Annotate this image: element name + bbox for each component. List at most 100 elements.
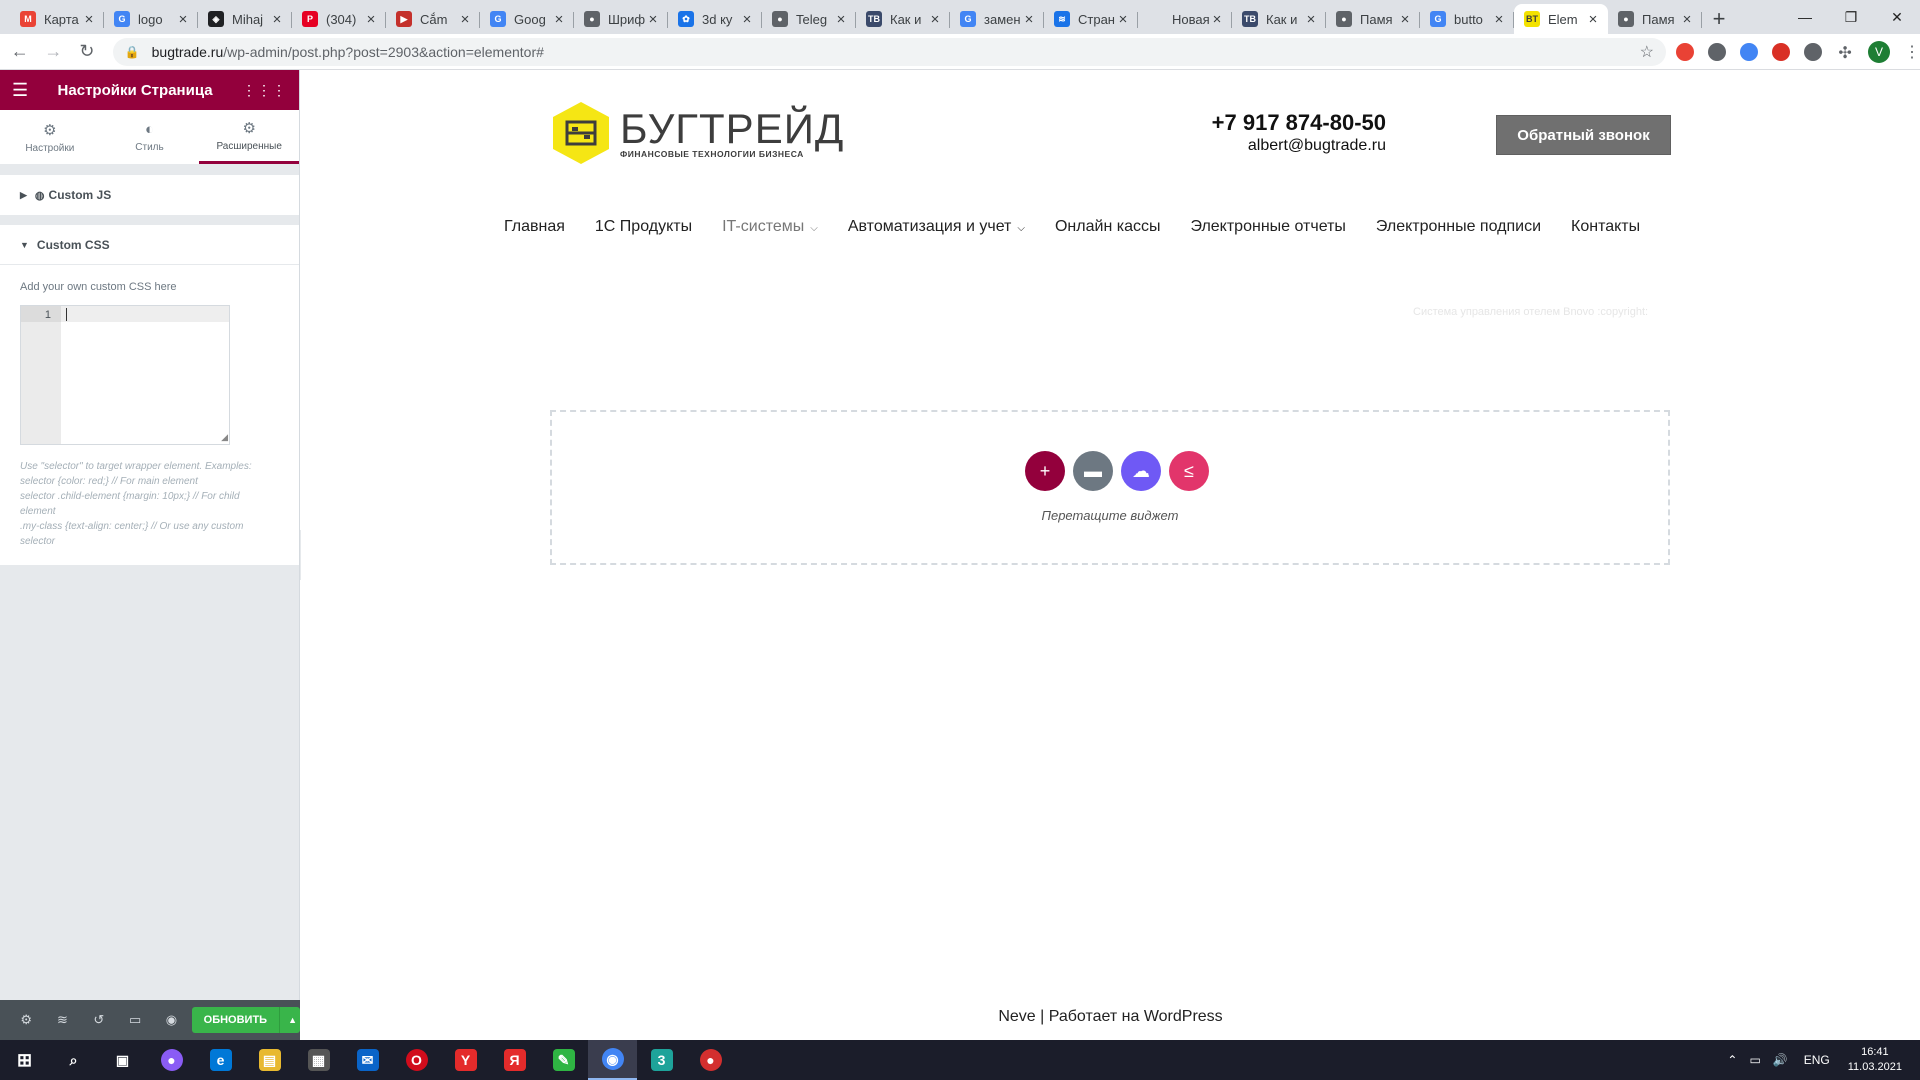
new-tab-button[interactable]: +: [1702, 4, 1736, 34]
profile-avatar[interactable]: V: [1868, 40, 1891, 63]
start-button[interactable]: ⊞: [0, 1040, 49, 1080]
tab-close-icon[interactable]: ×: [1116, 11, 1130, 28]
browser-tab[interactable]: Gзамен ×: [950, 4, 1044, 34]
close-window-button[interactable]: ✕: [1874, 0, 1920, 34]
section-custom-css[interactable]: ▼ Custom CSS: [0, 225, 299, 265]
browser-tab[interactable]: BT Elem ×: [1514, 4, 1608, 34]
tab-close-icon[interactable]: ×: [1398, 11, 1412, 28]
menu-item[interactable]: Главная: [504, 218, 565, 236]
preview-eye-icon[interactable]: ◉: [153, 1012, 189, 1028]
extension-icon[interactable]: [1740, 42, 1759, 61]
browser-tab[interactable]: Новая вкл×: [1138, 4, 1232, 34]
menu-item[interactable]: 1С Продукты: [595, 218, 692, 236]
tab-close-icon[interactable]: ×: [928, 11, 942, 28]
tab-close-icon[interactable]: ×: [176, 11, 190, 28]
navigator-icon[interactable]: ≋: [44, 1012, 80, 1028]
browser-tab[interactable]: TB Как и ×: [1232, 4, 1326, 34]
tab-close-icon[interactable]: ×: [1210, 11, 1224, 28]
browser-tab[interactable]: Glogo ×: [104, 4, 198, 34]
browser-tab[interactable]: M Карта ×: [10, 4, 104, 34]
taskbar-app-chrome[interactable]: ◉: [588, 1040, 637, 1080]
tab-close-icon[interactable]: ×: [740, 11, 754, 28]
widgets-grid-icon[interactable]: ⋮⋮⋮: [242, 82, 287, 99]
tab-close-icon[interactable]: ×: [270, 11, 284, 28]
taskbar-app-yandex[interactable]: Я: [490, 1040, 539, 1080]
taskbar-app-app-green[interactable]: ✎: [539, 1040, 588, 1080]
site-logo[interactable]: БУГТРЕЙД ФИНАНСОВЫЕ ТЕХНОЛОГИИ БИЗНЕСА: [550, 100, 844, 166]
tab-close-icon[interactable]: ×: [834, 11, 848, 28]
tab-close-icon[interactable]: ×: [552, 11, 566, 28]
taskbar-app-mail[interactable]: ✉: [343, 1040, 392, 1080]
phone-number[interactable]: +7 917 874-80-50: [1189, 110, 1386, 136]
taskbar-app-app-3[interactable]: 3: [637, 1040, 686, 1080]
language-indicator[interactable]: ENG: [1804, 1053, 1830, 1067]
back-button[interactable]: ←: [6, 41, 34, 62]
volume-icon[interactable]: 🔊: [1773, 1053, 1788, 1067]
puzzle-extensions-icon[interactable]: ✣: [1836, 43, 1854, 62]
add-template-button[interactable]: ▬: [1073, 451, 1113, 491]
extension-icon[interactable]: [1676, 42, 1695, 61]
menu-item[interactable]: Электронные подписи: [1376, 218, 1541, 236]
taskbar-app-search[interactable]: ⌕: [49, 1040, 98, 1080]
extension-icon[interactable]: [1708, 42, 1727, 61]
browser-tab[interactable]: ◈ Mihaj ×: [198, 4, 292, 34]
taskbar-app-yandex-browser[interactable]: Y: [441, 1040, 490, 1080]
menu-item[interactable]: Автоматизация и учет ⌵: [848, 218, 1025, 236]
browser-tab[interactable]: G Goog ×: [480, 4, 574, 34]
tab-close-icon[interactable]: ×: [1022, 11, 1036, 28]
address-bar[interactable]: 🔒 bugtrade.ru/wp-admin/post.php?post=290…: [112, 37, 1667, 66]
browser-tab[interactable]: ● Шриф ×: [574, 4, 668, 34]
menu-item[interactable]: IT-системы ⌵: [722, 218, 818, 236]
browser-tab[interactable]: P (304) ×: [292, 4, 386, 34]
tab-close-icon[interactable]: ×: [1492, 11, 1506, 28]
callback-button[interactable]: Обратный звонок: [1496, 115, 1671, 155]
elementor-drop-zone[interactable]: + ▬ ☁ ≤ Перетащите виджет: [550, 410, 1670, 565]
taskbar-app-opera[interactable]: O: [392, 1040, 441, 1080]
update-label[interactable]: ОБНОВИТЬ: [192, 1007, 281, 1033]
bookmark-star-icon[interactable]: ☆: [1640, 42, 1654, 62]
browser-tab[interactable]: ✿ 3d ку ×: [668, 4, 762, 34]
browser-tab[interactable]: ▶ Cắm ×: [386, 4, 480, 34]
extension-icon[interactable]: [1804, 42, 1823, 61]
browser-tab[interactable]: ≋ Стран ×: [1044, 4, 1138, 34]
browser-tab[interactable]: ● Teleg ×: [762, 4, 856, 34]
reload-button[interactable]: ↻: [73, 41, 101, 62]
minimize-button[interactable]: —: [1782, 0, 1828, 34]
resize-handle-icon[interactable]: ◢: [221, 432, 228, 443]
tab-close-icon[interactable]: ×: [1304, 11, 1318, 28]
caret-up-icon[interactable]: ▲: [280, 1015, 300, 1025]
tab-close-icon[interactable]: ×: [1680, 11, 1694, 28]
browser-tab[interactable]: ● Памя ×: [1326, 4, 1420, 34]
lock-icon[interactable]: 🔒: [125, 45, 140, 59]
add-section-button[interactable]: +: [1025, 451, 1065, 491]
envato-kit-button[interactable]: ≤: [1169, 451, 1209, 491]
extension-icon[interactable]: [1772, 42, 1791, 61]
menu-icon[interactable]: ☰: [12, 80, 28, 101]
taskbar-app-store[interactable]: ▦: [294, 1040, 343, 1080]
menu-item[interactable]: Контакты: [1571, 218, 1640, 236]
css-code-editor[interactable]: 1 ◢: [20, 305, 230, 445]
taskbar-app-app-red[interactable]: ●: [686, 1040, 735, 1080]
history-icon[interactable]: ↺: [81, 1012, 117, 1028]
menu-item[interactable]: Онлайн кассы: [1055, 218, 1160, 236]
taskbar-app-task-view[interactable]: ▣: [98, 1040, 147, 1080]
browser-tab[interactable]: Gbutto ×: [1420, 4, 1514, 34]
tab-close-icon[interactable]: ×: [1586, 11, 1600, 28]
forward-button[interactable]: →: [40, 41, 68, 62]
tray-chevron-icon[interactable]: ⌃: [1727, 1053, 1737, 1067]
maximize-button[interactable]: ❐: [1828, 0, 1874, 34]
tab-close-icon[interactable]: ×: [458, 11, 472, 28]
settings-icon[interactable]: ⚙: [8, 1012, 44, 1028]
taskbar-app-explorer[interactable]: ▤: [245, 1040, 294, 1080]
tab-close-icon[interactable]: ×: [82, 11, 96, 28]
tab-advanced[interactable]: ⚙ Расширенные: [199, 110, 300, 164]
taskbar-app-edge[interactable]: e: [196, 1040, 245, 1080]
tab-close-icon[interactable]: ×: [364, 11, 378, 28]
tab-style[interactable]: ◐ Стиль: [100, 110, 200, 164]
update-button[interactable]: ОБНОВИТЬ ▲: [191, 1007, 301, 1033]
tab-close-icon[interactable]: ×: [646, 11, 660, 28]
browser-tab[interactable]: TB Как и ×: [856, 4, 950, 34]
responsive-mode-icon[interactable]: ▭: [117, 1012, 153, 1028]
tab-settings[interactable]: ⚙ Настройки: [0, 110, 100, 164]
clock[interactable]: 16:41 11.03.2021: [1848, 1045, 1902, 1075]
